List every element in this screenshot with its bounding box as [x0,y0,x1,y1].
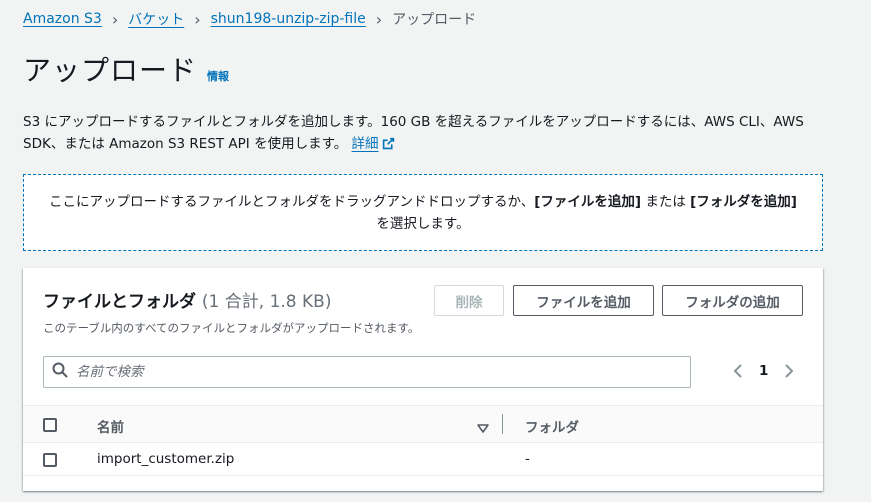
column-divider[interactable] [502,414,503,434]
learn-more-link[interactable]: 詳細 [352,136,379,152]
external-link-icon[interactable] [382,135,395,157]
drop-zone[interactable]: ここにアップロードするファイルとフォルダをドラッグアンドドロップするか、[ファイ… [23,174,823,251]
row-checkbox[interactable] [43,453,57,467]
table-row[interactable]: import_customer.zip - [23,443,823,476]
file-folder: - [525,451,530,467]
breadcrumb-bucket-name[interactable]: shun198-unzip-zip-file [211,11,366,27]
page-number[interactable]: 1 [759,363,768,379]
chevron-left-icon[interactable] [731,361,745,381]
search-input[interactable] [76,364,656,380]
description-text: S3 にアップロードするファイルとフォルダを追加します。160 GB を超えるフ… [23,114,804,152]
breadcrumb: Amazon S3 › バケット › shun198-unzip-zip-fil… [23,9,476,29]
breadcrumb-buckets[interactable]: バケット [128,9,184,29]
files-and-folders-panel: ファイルとフォルダ (1 合計, 1.8 KB) このテーブル内のすべてのファイ… [23,268,823,491]
panel-title: ファイルとフォルダ (1 合計, 1.8 KB) [43,292,332,312]
file-name: import_customer.zip [97,451,235,467]
file-count: (1 合計, 1.8 KB) [201,292,332,312]
column-header-name[interactable]: 名前 [97,416,124,436]
search-field[interactable] [43,356,691,388]
panel-subtitle: このテーブル内のすべてのファイルとフォルダがアップロードされます。 [43,321,420,335]
drop-zone-add-files: [ファイルを追加] [534,193,642,210]
chevron-right-icon: › [194,9,201,29]
page-title: アップロード [23,54,198,87]
chevron-right-icon[interactable] [782,361,796,381]
drop-zone-text: ここにアップロードするファイルとフォルダをドラッグアンドドロップするか、[ファイ… [49,193,797,232]
sort-down-icon[interactable] [477,419,489,438]
select-all-checkbox[interactable] [43,418,57,432]
breadcrumb-amazon-s3[interactable]: Amazon S3 [23,11,102,27]
add-folder-button[interactable]: フォルダの追加 [662,285,803,316]
delete-button[interactable]: 削除 [434,285,504,316]
info-link[interactable]: 情報 [207,68,229,84]
page-description: S3 にアップロードするファイルとフォルダを追加します。160 GB を超えるフ… [23,111,823,157]
search-icon [52,362,68,382]
chevron-right-icon: › [111,9,119,29]
page-header: アップロード 情報 [23,49,229,89]
pagination: 1 [731,361,796,381]
column-header-folder[interactable]: フォルダ [525,416,579,436]
table-header: 名前 フォルダ [23,405,823,443]
add-files-button[interactable]: ファイルを追加 [513,285,654,316]
chevron-right-icon: › [375,9,383,29]
breadcrumb-current: アップロード [392,12,477,28]
drop-zone-add-folder: [フォルダを追加] [690,193,797,210]
